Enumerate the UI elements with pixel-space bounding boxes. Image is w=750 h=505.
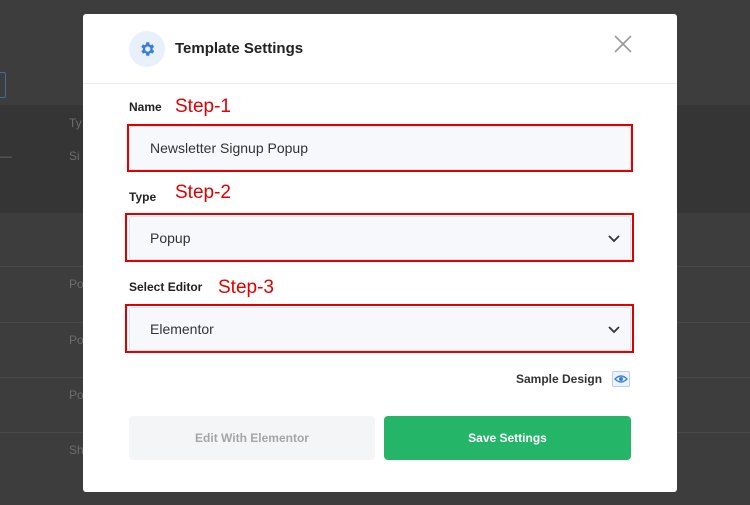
eye-icon[interactable] bbox=[612, 371, 630, 387]
background-cell: Sh bbox=[69, 443, 84, 457]
step-1-annotation: Step-1 bbox=[175, 96, 231, 117]
sample-design-label: Sample Design bbox=[516, 372, 603, 386]
background-cell: — bbox=[0, 149, 12, 163]
background-cell: Po bbox=[69, 277, 84, 291]
step-2-annotation: Step-2 bbox=[175, 182, 231, 203]
background-button bbox=[0, 72, 6, 98]
edit-with-elementor-button[interactable]: Edit With Elementor bbox=[129, 416, 375, 460]
background-column-header: Ty bbox=[69, 116, 82, 130]
type-label: Type bbox=[129, 190, 157, 204]
close-icon[interactable] bbox=[613, 34, 633, 54]
name-label: Name bbox=[129, 100, 162, 114]
step-2-highlight bbox=[125, 213, 634, 262]
step-1-highlight bbox=[127, 124, 633, 172]
background-cell: Po bbox=[69, 333, 84, 347]
modal-header: Template Settings bbox=[83, 14, 677, 84]
background-cell: Si bbox=[69, 149, 80, 163]
step-3-highlight bbox=[125, 304, 634, 353]
background-cell: Po bbox=[69, 388, 84, 402]
save-settings-button[interactable]: Save Settings bbox=[384, 416, 631, 460]
step-3-annotation: Step-3 bbox=[218, 277, 274, 298]
editor-label: Select Editor bbox=[129, 280, 203, 294]
gear-icon bbox=[129, 31, 165, 67]
modal-title: Template Settings bbox=[175, 40, 304, 57]
template-settings-modal: Template Settings Name Step-1 Newsletter… bbox=[83, 14, 677, 492]
